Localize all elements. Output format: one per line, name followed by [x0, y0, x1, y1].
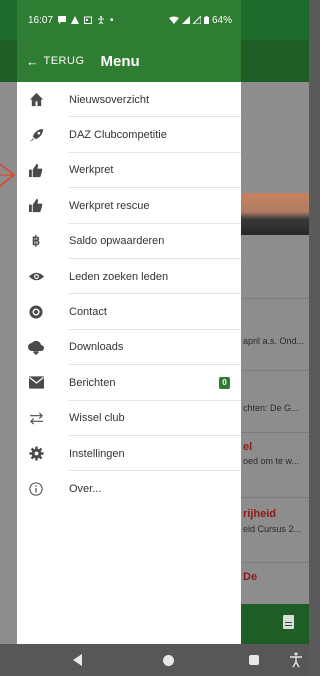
navigation-drawer: 16:07 • 64% ← TERUG Menu Nieuwsoverzicht	[17, 0, 241, 644]
menu-item-daz-clubcompetitie[interactable]: DAZ Clubcompetitie	[17, 117, 241, 153]
status-time: 16:07	[28, 14, 54, 26]
menu-item-label: Nieuwsoverzicht	[69, 93, 150, 106]
battery-percentage: 64%	[211, 14, 232, 26]
menu-item-downloads[interactable]: Downloads	[17, 330, 241, 366]
battery-icon	[203, 16, 209, 24]
background-divider	[240, 432, 309, 433]
chat-icon	[58, 16, 67, 24]
news-snippet: oed om te w...	[243, 456, 300, 466]
nav-home-icon[interactable]	[163, 655, 174, 666]
menu-item-werkpret-rescue[interactable]: Werkpret rescue	[17, 188, 241, 224]
menu-list: Nieuwsoverzicht DAZ Clubcompetitie Werkp…	[17, 82, 241, 507]
news-snippet: eid Cursus 2...	[243, 524, 302, 534]
drawer-title: Menu	[100, 52, 140, 70]
background-divider	[240, 497, 309, 498]
menu-item-instellingen[interactable]: Instellingen	[17, 436, 241, 472]
news-snippet: april a.s. Ond...	[243, 336, 305, 346]
swap-icon	[28, 410, 44, 426]
menu-item-leden-zoeken-leden[interactable]: Leden zoeken leden	[17, 259, 241, 295]
news-title: De	[243, 571, 258, 583]
menu-item-label: Leden zoeken leden	[69, 270, 169, 283]
thumbs-up-icon	[28, 198, 44, 214]
menu-item-nieuwsoverzicht[interactable]: Nieuwsoverzicht	[17, 82, 241, 118]
home-icon	[28, 92, 44, 108]
message-count-badge: 0	[219, 376, 230, 389]
info-icon	[28, 481, 44, 497]
status-bar: 16:07 • 64%	[17, 0, 241, 40]
menu-item-label: DAZ Clubcompetitie	[69, 129, 167, 142]
eye-icon	[28, 269, 44, 285]
menu-item-label: Saldo opwaarderen	[69, 235, 165, 248]
mail-icon	[28, 375, 44, 391]
background-divider	[240, 562, 309, 563]
background-divider	[240, 370, 309, 371]
pointer-arrow-icon	[0, 163, 16, 187]
at-icon	[28, 304, 44, 320]
news-title: rijheid	[243, 508, 277, 520]
menu-item-saldo-opwaarderen[interactable]: ฿ Saldo opwaarderen	[17, 224, 241, 259]
news-snippet: chten: De G...	[243, 403, 299, 413]
bitcoin-icon: ฿	[31, 233, 41, 249]
back-button[interactable]: ← TERUG	[26, 54, 85, 69]
signal-icon	[181, 16, 190, 24]
nav-recents-icon[interactable]	[249, 655, 259, 665]
news-title: el	[243, 441, 253, 453]
back-label: TERUG	[43, 55, 85, 67]
menu-item-werkpret[interactable]: Werkpret	[17, 153, 241, 189]
background-bottom-bar	[240, 604, 309, 644]
menu-item-wissel-club[interactable]: Wissel club	[17, 401, 241, 436]
arrow-left-icon: ←	[26, 53, 40, 69]
news-photo	[240, 193, 309, 235]
menu-item-label: Instellingen	[69, 447, 125, 460]
system-navigation-bar	[0, 644, 309, 676]
document-icon	[283, 615, 294, 629]
menu-item-label: Contact	[69, 306, 107, 319]
gear-icon	[28, 446, 44, 462]
accessibility-icon	[98, 16, 105, 24]
wifi-icon	[168, 16, 179, 24]
menu-item-label: Berichten	[69, 376, 116, 389]
calendar-icon	[84, 16, 93, 24]
accessibility-icon[interactable]	[289, 652, 303, 668]
menu-item-contact[interactable]: Contact	[17, 294, 241, 330]
background-divider	[240, 298, 309, 299]
menu-item-label: Werkpret	[69, 164, 114, 177]
signal-icon	[192, 16, 201, 24]
menu-item-berichten[interactable]: Berichten 0	[17, 365, 241, 401]
menu-item-label: Downloads	[69, 341, 124, 354]
rocket-icon	[28, 127, 44, 143]
menu-item-label: Over...	[69, 482, 102, 495]
thumbs-up-icon	[28, 162, 44, 178]
nav-back-icon[interactable]	[73, 654, 82, 666]
notification-dot-icon: •	[110, 14, 114, 26]
menu-item-label: Werkpret rescue	[69, 199, 150, 212]
cloud-download-icon	[28, 339, 44, 355]
warning-icon	[71, 16, 80, 24]
menu-item-label: Wissel club	[69, 412, 125, 425]
menu-item-over[interactable]: Over...	[17, 471, 241, 506]
drawer-header: ← TERUG Menu	[17, 40, 241, 82]
